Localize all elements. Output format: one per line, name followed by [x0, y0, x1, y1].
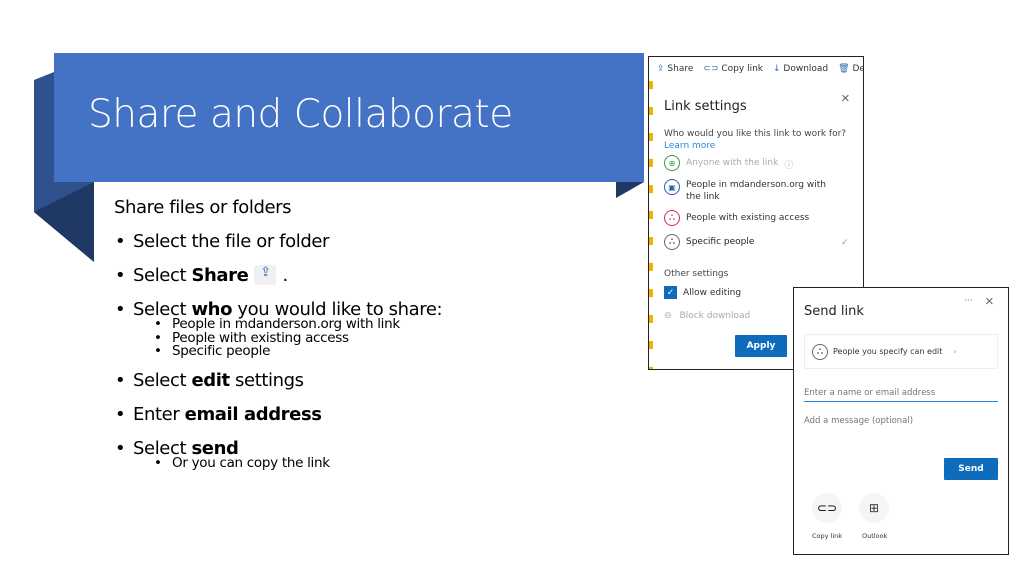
delete-icon: 🗑 — [838, 64, 850, 74]
bullet-5: • Enter email address — [115, 404, 322, 425]
email-input[interactable] — [804, 384, 998, 402]
bullet-4: • Select edit settings — [115, 370, 304, 391]
bullet-1: • Select the file or folder — [115, 231, 330, 252]
option-organization[interactable]: ▣ People in mdanderson.org with the link — [664, 179, 826, 203]
chevron-right-icon: › — [953, 347, 957, 356]
delete-button[interactable]: 🗑 De — [838, 64, 863, 74]
intro-text: Share files or folders — [114, 197, 292, 218]
copy-link-button[interactable]: ⊂⊃ Copy link — [703, 64, 763, 74]
outlook-icon[interactable]: ⊞ — [859, 493, 889, 523]
share-icon: ⇪ — [254, 265, 277, 285]
people-icon: ஃ — [812, 343, 828, 360]
permission-selector[interactable]: ஃ People you specify can edit › — [804, 334, 998, 369]
close-icon[interactable]: × — [841, 90, 850, 107]
minus-circle-icon: ⊖ — [664, 311, 672, 321]
block-download-option[interactable]: ⊖ Block download — [664, 311, 750, 321]
globe-icon: ⊕ — [664, 155, 680, 171]
message-input[interactable] — [804, 416, 998, 450]
other-settings-label: Other settings — [664, 269, 729, 279]
people-icon: ஃ — [664, 234, 680, 250]
slide-title: Share and Collaborate — [88, 92, 513, 137]
sub-bullet: • Or you can copy the link — [154, 455, 330, 471]
share-icon: ⇪ — [657, 64, 665, 74]
copy-link-icon[interactable]: ⊂⊃ — [812, 493, 842, 523]
apply-button[interactable]: Apply — [735, 335, 787, 357]
more-options-icon[interactable]: ··· — [964, 296, 973, 306]
question-text: Who would you like this link to work for… — [664, 129, 847, 139]
learn-more-link[interactable]: Learn more — [664, 141, 715, 151]
check-icon: ✓ — [841, 237, 849, 247]
toolbar: ⇪ Share ⊂⊃ Copy link ↓ Download 🗑 De — [657, 64, 863, 74]
option-existing-access[interactable]: ஃ People with existing access — [664, 210, 809, 226]
people-icon: ஃ — [664, 210, 680, 226]
send-link-screenshot: Send link ··· × ஃ People you specify can … — [793, 287, 1009, 555]
copy-link-label: Copy link — [812, 532, 843, 540]
bullet-2: • Select Share ⇪. — [115, 265, 288, 286]
allow-editing-checkbox[interactable]: ✓ Allow editing — [664, 286, 741, 299]
background-strip — [649, 81, 653, 369]
send-link-title: Send link — [804, 304, 864, 319]
option-specific-people[interactable]: ஃ Specific people — [664, 234, 754, 250]
download-button[interactable]: ↓ Download — [773, 64, 828, 74]
outlook-label: Outlook — [862, 532, 888, 540]
sub-bullet: • Specific people — [154, 343, 271, 359]
option-anyone[interactable]: ⊕ Anyone with the link ⓘ — [664, 155, 793, 171]
share-button[interactable]: ⇪ Share — [657, 64, 693, 74]
send-button[interactable]: Send — [944, 458, 998, 480]
link-icon: ⊂⊃ — [703, 64, 719, 74]
ribbon-right-fold — [616, 182, 644, 198]
building-icon: ▣ — [664, 179, 680, 195]
checkbox-checked-icon: ✓ — [664, 286, 677, 299]
download-icon: ↓ — [772, 64, 781, 74]
link-settings-title: Link settings — [664, 99, 747, 114]
close-icon[interactable]: × — [985, 293, 994, 310]
